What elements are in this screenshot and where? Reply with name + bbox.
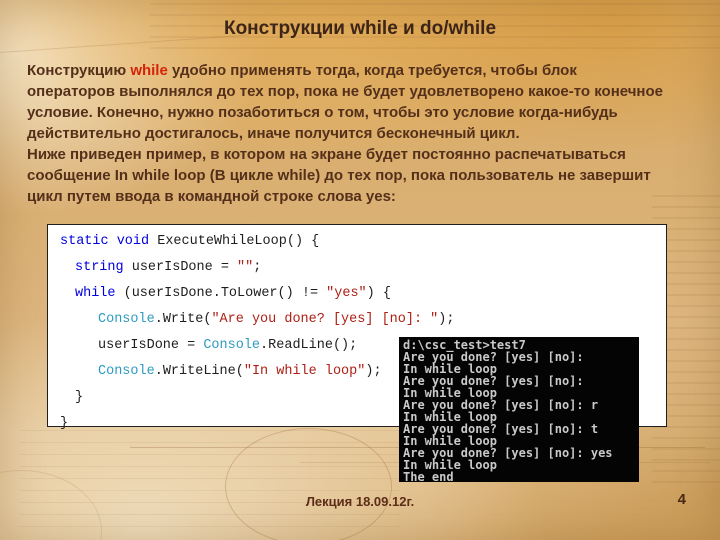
console-line: The end [403,470,454,482]
body-line: Конструкцию while удобно применять тогда… [27,62,577,79]
body-line: цикл путем ввода в командной строке слов… [27,188,396,205]
page-number: 4 [677,491,686,508]
body-line: действительно достигалось, иначе получит… [27,125,520,142]
slide: Конструкции while и do/while Конструкцию… [0,0,720,540]
parchment-sketch-bottom-left [20,430,400,535]
body-line: операторов выполнялся до тех пор, пока н… [27,83,663,100]
code-line: Console.Write("Are you done? [yes] [no]:… [98,312,455,327]
body-line: Ниже приведен пример, в котором на экран… [27,146,626,163]
parchment-circle-sketch [225,428,392,540]
code-line: static void ExecuteWhileLoop() { [60,234,320,249]
body-text: Конструкцию while удобно применять тогда… [27,60,717,207]
slide-title: Конструкции while и do/while [223,18,497,39]
console-window: d:\csc_test>test7 Are you done? [yes] [no… [399,337,639,482]
body-line: условие. Конечно, нужно позаботиться о т… [27,104,618,121]
code-line: string userIsDone = ""; [75,260,262,275]
while-keyword-highlight: while [130,62,168,79]
footer-date: Лекция 18.09.12г. [305,494,415,509]
body-line: сообщение In while loop (В цикле while) … [27,167,651,184]
code-line: while (userIsDone.ToLower() != "yes") { [75,286,391,301]
